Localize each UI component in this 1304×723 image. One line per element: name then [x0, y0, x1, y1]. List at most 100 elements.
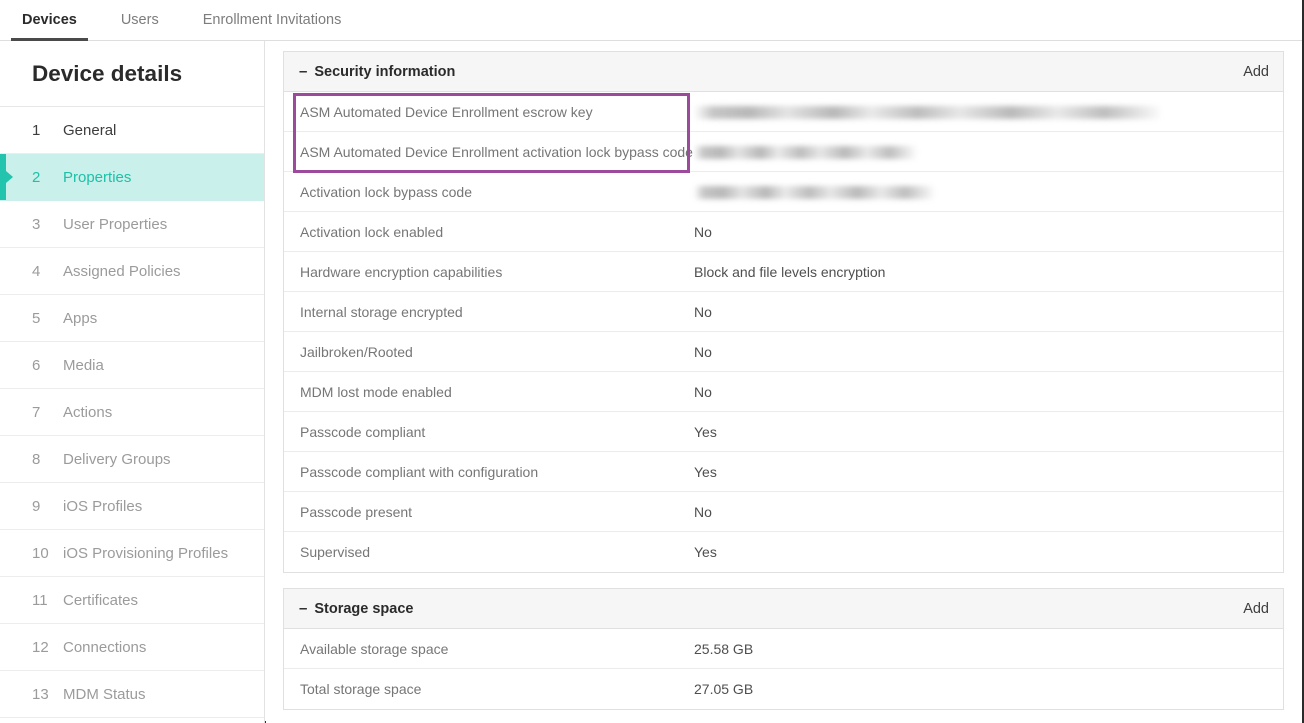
section-header-left: –Security information [299, 64, 455, 80]
table-row: Total storage space27.05 GB [284, 669, 1283, 709]
sidebar-item-media[interactable]: 6 Media [0, 342, 264, 389]
property-label: Hardware encryption capabilities [284, 264, 694, 280]
device-details-sidebar: Device details 1 General 2 Properties 3 User … [0, 41, 265, 723]
sidebar-item-number: 11 [32, 592, 53, 609]
sidebar-item-connections[interactable]: 12 Connections [0, 624, 264, 671]
table-row: Internal storage encryptedNo [284, 292, 1283, 332]
property-value: No [694, 504, 712, 520]
sidebar-item-number: 2 [32, 169, 53, 186]
main-content: –Security informationAddASM Automated De… [266, 41, 1302, 723]
tab-devices[interactable]: Devices [0, 0, 99, 40]
section-header: –Storage space Add [284, 589, 1283, 629]
property-label: ASM Automated Device Enrollment escrow k… [284, 104, 694, 120]
sidebar-item-label: MDM Status [63, 686, 146, 703]
property-value-redacted [694, 144, 916, 160]
sidebar-item-apps[interactable]: 5Apps [0, 295, 264, 342]
property-label: MDM lost mode enabled [284, 384, 694, 400]
property-label: Passcode present [284, 504, 694, 520]
section-card: –Storage space Add Available storage space… [283, 588, 1284, 710]
property-label: Internal storage encrypted [284, 304, 694, 320]
sidebar-item-number: 6 [32, 357, 53, 374]
sidebar-item-label: iOS Profiles [63, 498, 142, 515]
sidebar-item-user-properties[interactable]: 3 User Properties [0, 201, 264, 248]
property-label: Total storage space [284, 681, 694, 697]
property-value: Yes [694, 424, 717, 440]
sidebar-item-ios-provisioning-profiles[interactable]: 10 iOS Provisioning Profiles [0, 530, 264, 577]
property-value-redacted [694, 104, 1160, 120]
collapse-minus-icon[interactable]: – [299, 601, 307, 616]
sidebar-item-number: 9 [32, 498, 53, 515]
sidebar-item-label: Delivery Groups [63, 451, 171, 468]
property-value: 25.58 GB [694, 641, 753, 657]
sidebar-item-certificates[interactable]: 11 Certificates [0, 577, 264, 624]
add-button[interactable]: Add [1243, 64, 1269, 80]
table-row: MDM lost mode enabledNo [284, 372, 1283, 412]
section-title: Storage space [314, 601, 413, 617]
add-button[interactable]: Add [1243, 601, 1269, 617]
sidebar-item-number: 1 [32, 122, 53, 139]
property-label: Passcode compliant [284, 424, 694, 440]
sidebar-item-assigned-policies[interactable]: 4Assigned Policies [0, 248, 264, 295]
sidebar-item-actions[interactable]: 7 Actions [0, 389, 264, 436]
property-label: ASM Automated Device Enrollment activati… [284, 144, 694, 160]
table-row: Passcode compliant with configurationYes [284, 452, 1283, 492]
property-label: Jailbroken/Rooted [284, 344, 694, 360]
property-value: Yes [694, 544, 717, 560]
property-value: No [694, 304, 712, 320]
sidebar-item-number: 3 [32, 216, 53, 233]
sidebar-item-number: 13 [32, 686, 53, 703]
table-row: Activation lock bypass code [284, 172, 1283, 212]
sidebar-item-label: Properties [63, 169, 131, 186]
sidebar-item-number: 12 [32, 639, 53, 656]
table-row: Jailbroken/RootedNo [284, 332, 1283, 372]
table-row: Passcode compliantYes [284, 412, 1283, 452]
collapse-minus-icon[interactable]: – [299, 64, 307, 79]
redacted-value-blur [694, 186, 934, 199]
section-card: –Security information Add ASM Automated De… [283, 51, 1284, 573]
top-tab-bar: DevicesUsersEnrollment Invitations [0, 0, 1302, 41]
application-window: DevicesUsersEnrollment Invitations Devic… [0, 0, 1304, 723]
sidebar-item-number: 7 [32, 404, 53, 421]
tab-enrollment-invitations[interactable]: Enrollment Invitations [181, 0, 364, 40]
sidebar-item-label: iOS Provisioning Profiles [63, 545, 228, 562]
sidebar-item-label: User Properties [63, 216, 167, 233]
property-value: Block and file levels encryption [694, 264, 885, 280]
property-value-redacted [694, 184, 934, 200]
property-value: Yes [694, 464, 717, 480]
table-row: Hardware encryption capabilitiesBlock an… [284, 252, 1283, 292]
sidebar-item-label: Assigned Policies [63, 263, 181, 280]
sidebar-item-number: 10 [32, 545, 53, 562]
sidebar-item-label: Certificates [63, 592, 138, 609]
property-label: Activation lock enabled [284, 224, 694, 240]
sidebar-item-label: Media [63, 357, 104, 374]
sidebar-item-mdm-status[interactable]: 13 MDM Status [0, 671, 264, 718]
tab-users[interactable]: Users [99, 0, 181, 40]
redacted-value-blur [694, 146, 916, 159]
sidebar-item-label: Actions [63, 404, 112, 421]
sidebar-item-ios-profiles[interactable]: 9 iOS Profiles [0, 483, 264, 530]
sidebar-item-properties[interactable]: 2 Properties [0, 154, 264, 201]
table-row: ASM Automated Device Enrollment escrow k… [284, 92, 1283, 132]
property-value: No [694, 224, 712, 240]
property-label: Available storage space [284, 641, 694, 657]
sidebar-nav-list: 1 General 2 Properties 3 User Properties 4Assi… [0, 107, 264, 718]
property-value: 27.05 GB [694, 681, 753, 697]
section-title: Security information [314, 64, 455, 80]
table-row: Passcode presentNo [284, 492, 1283, 532]
section-header: –Security information Add [284, 52, 1283, 92]
redacted-value-blur [694, 106, 1160, 119]
property-value: No [694, 384, 712, 400]
section-header-left: –Storage space [299, 601, 413, 617]
sidebar-item-label: Connections [63, 639, 146, 656]
sidebar-item-general[interactable]: 1 General [0, 107, 264, 154]
property-value: No [694, 344, 712, 360]
property-label: Supervised [284, 544, 694, 560]
table-row: ASM Automated Device Enrollment activati… [284, 132, 1283, 172]
table-row: Available storage space25.58 GB [284, 629, 1283, 669]
table-row: SupervisedYes [284, 532, 1283, 572]
sidebar-item-number: 8 [32, 451, 53, 468]
sidebar-item-label: General [63, 122, 116, 139]
sidebar-item-number: 5 [32, 310, 53, 327]
page-title: Device details [0, 41, 264, 107]
sidebar-item-delivery-groups[interactable]: 8 Delivery Groups [0, 436, 264, 483]
